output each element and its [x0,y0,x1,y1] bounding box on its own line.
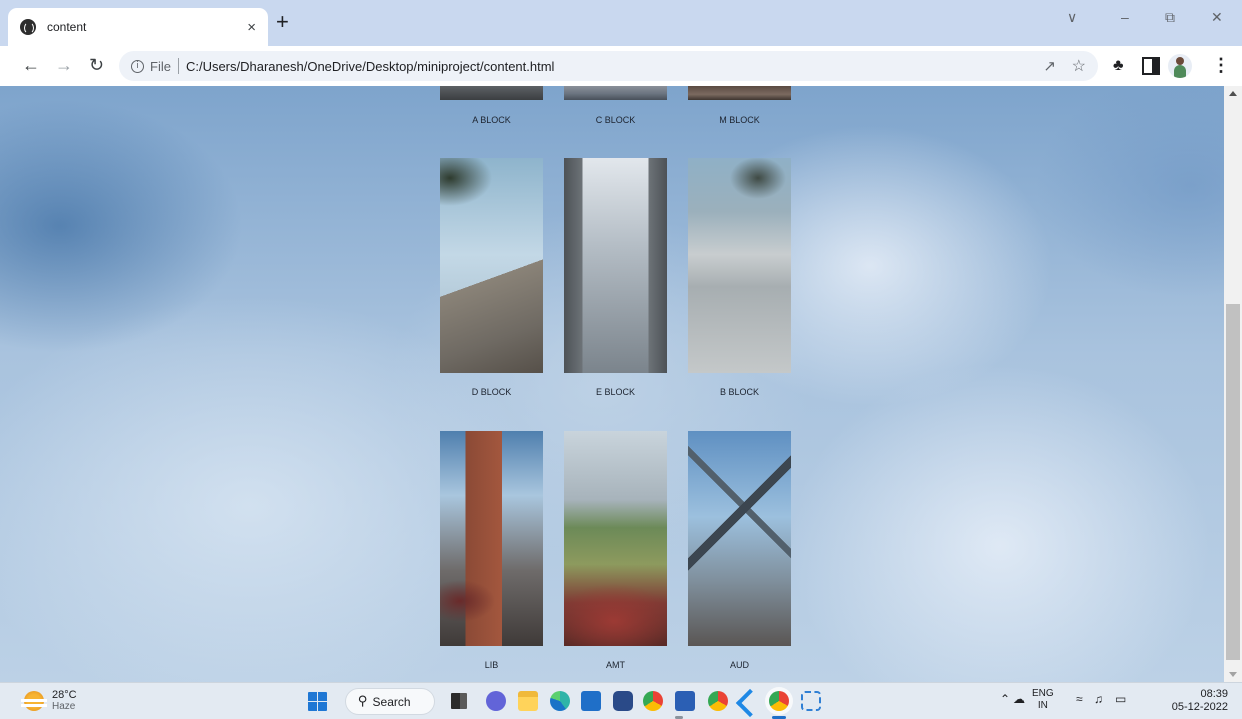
close-window-button[interactable]: ✕ [1211,9,1223,26]
gallery-image[interactable] [688,86,791,100]
gallery-image[interactable] [688,431,791,646]
chat-icon[interactable] [486,691,506,711]
tab-close-button[interactable]: × [247,19,256,36]
gallery-caption: AMT [606,660,625,670]
browser-toolbar: ← → ↻ i File C:/Users/Dharanesh/OneDrive… [0,46,1242,86]
minimize-button[interactable]: – [1121,9,1129,25]
restore-button[interactable]: ⧉ [1165,9,1175,26]
weather-condition: Haze [52,701,76,712]
share-icon[interactable]: ↗ [1043,57,1056,75]
task-view-icon[interactable] [451,693,467,709]
tab-content[interactable]: content × [8,8,268,46]
gallery-caption: M BLOCK [719,115,760,125]
url-text[interactable]: C:/Users/Dharanesh/OneDrive/Desktop/mini… [186,59,554,74]
info-icon[interactable]: i [131,59,144,73]
url-separator [177,58,179,74]
puzzle-icon[interactable]: ♣ [1113,57,1131,75]
reload-icon[interactable]: ↻ [89,54,104,76]
gallery-caption: C BLOCK [595,115,636,125]
weather-widget[interactable]: 28°C Haze [21,689,77,713]
gallery-image[interactable] [564,86,667,100]
scroll-down-arrow-icon[interactable] [1229,672,1237,677]
windows-start-icon[interactable] [308,692,327,711]
gallery-image[interactable] [564,431,667,646]
gallery-caption: B BLOCK [719,387,759,397]
page-viewport: A BLOCK C BLOCK M BLOCK D BLOCK E BLOCK … [0,86,1224,682]
windows-taskbar: 28°C Haze ⚲ Search ⌃ ☁ ENG IN ≈ ♫ ▭ 08:3… [0,682,1242,719]
gallery-caption: D BLOCK [471,387,512,397]
scrollbar-thumb[interactable] [1226,304,1240,660]
word-icon[interactable] [675,691,695,711]
gallery-image[interactable] [688,158,791,373]
app-icon[interactable] [613,691,633,711]
url-scheme: File [150,58,171,74]
address-bar[interactable]: i File C:/Users/Dharanesh/OneDrive/Deskt… [119,51,1098,81]
tab-strip: content × + ∨ – ⧉ ✕ [0,0,1242,46]
scroll-up-arrow-icon[interactable] [1229,91,1237,96]
snipping-tool-icon[interactable] [801,691,821,711]
chrome-icon[interactable] [643,691,663,711]
lang-line-1: ENG [1032,688,1054,699]
taskbar-search-button[interactable]: ⚲ Search [345,688,435,715]
kebab-menu-icon[interactable]: ⋮ [1212,55,1230,76]
gallery-caption: E BLOCK [595,387,635,397]
new-tab-button[interactable]: + [276,11,289,33]
tab-title: content [47,20,87,34]
weather-temperature: 28°C [52,689,77,701]
clock-date: 05-12-2022 [1171,701,1228,713]
globe-icon [20,19,36,35]
battery-icon[interactable]: ▭ [1115,692,1126,706]
lang-line-2: IN [1037,700,1048,711]
page-scrollbar[interactable] [1224,86,1242,682]
file-explorer-icon[interactable] [518,691,538,711]
profile-avatar-icon[interactable] [1168,54,1192,78]
search-icon: ⚲ [358,694,368,709]
search-label: Search [372,694,411,709]
haze-weather-icon [21,691,47,711]
gallery-image[interactable] [440,431,543,646]
side-panel-icon[interactable] [1142,57,1160,75]
tab-search-icon[interactable]: ∨ [1067,9,1077,26]
gallery-caption: A BLOCK [472,115,511,125]
edge-browser-icon[interactable] [550,691,570,711]
gallery-image[interactable] [440,158,543,373]
star-icon[interactable]: ☆ [1072,56,1086,76]
forward-arrow-icon[interactable]: → [55,54,73,76]
onedrive-cloud-icon[interactable]: ☁ [1013,692,1025,706]
gallery-image[interactable] [440,86,543,100]
microsoft-store-icon[interactable] [581,691,601,711]
chevron-up-icon[interactable]: ⌃ [1000,692,1010,706]
gallery-image[interactable] [564,158,667,373]
vscode-icon[interactable] [738,691,758,711]
gallery-caption: LIB [484,660,499,670]
chrome-active-icon[interactable] [769,691,789,711]
wifi-icon[interactable]: ≈ [1076,692,1083,706]
language-indicator[interactable]: ENG IN [1032,688,1054,712]
system-clock[interactable]: 08:39 05-12-2022 [1162,688,1228,714]
gallery-caption: AUD [729,660,749,670]
volume-icon[interactable]: ♫ [1094,692,1103,706]
clock-time: 08:39 [1200,688,1228,700]
back-arrow-icon[interactable]: ← [22,54,40,76]
chrome-profile-icon[interactable] [708,691,728,711]
